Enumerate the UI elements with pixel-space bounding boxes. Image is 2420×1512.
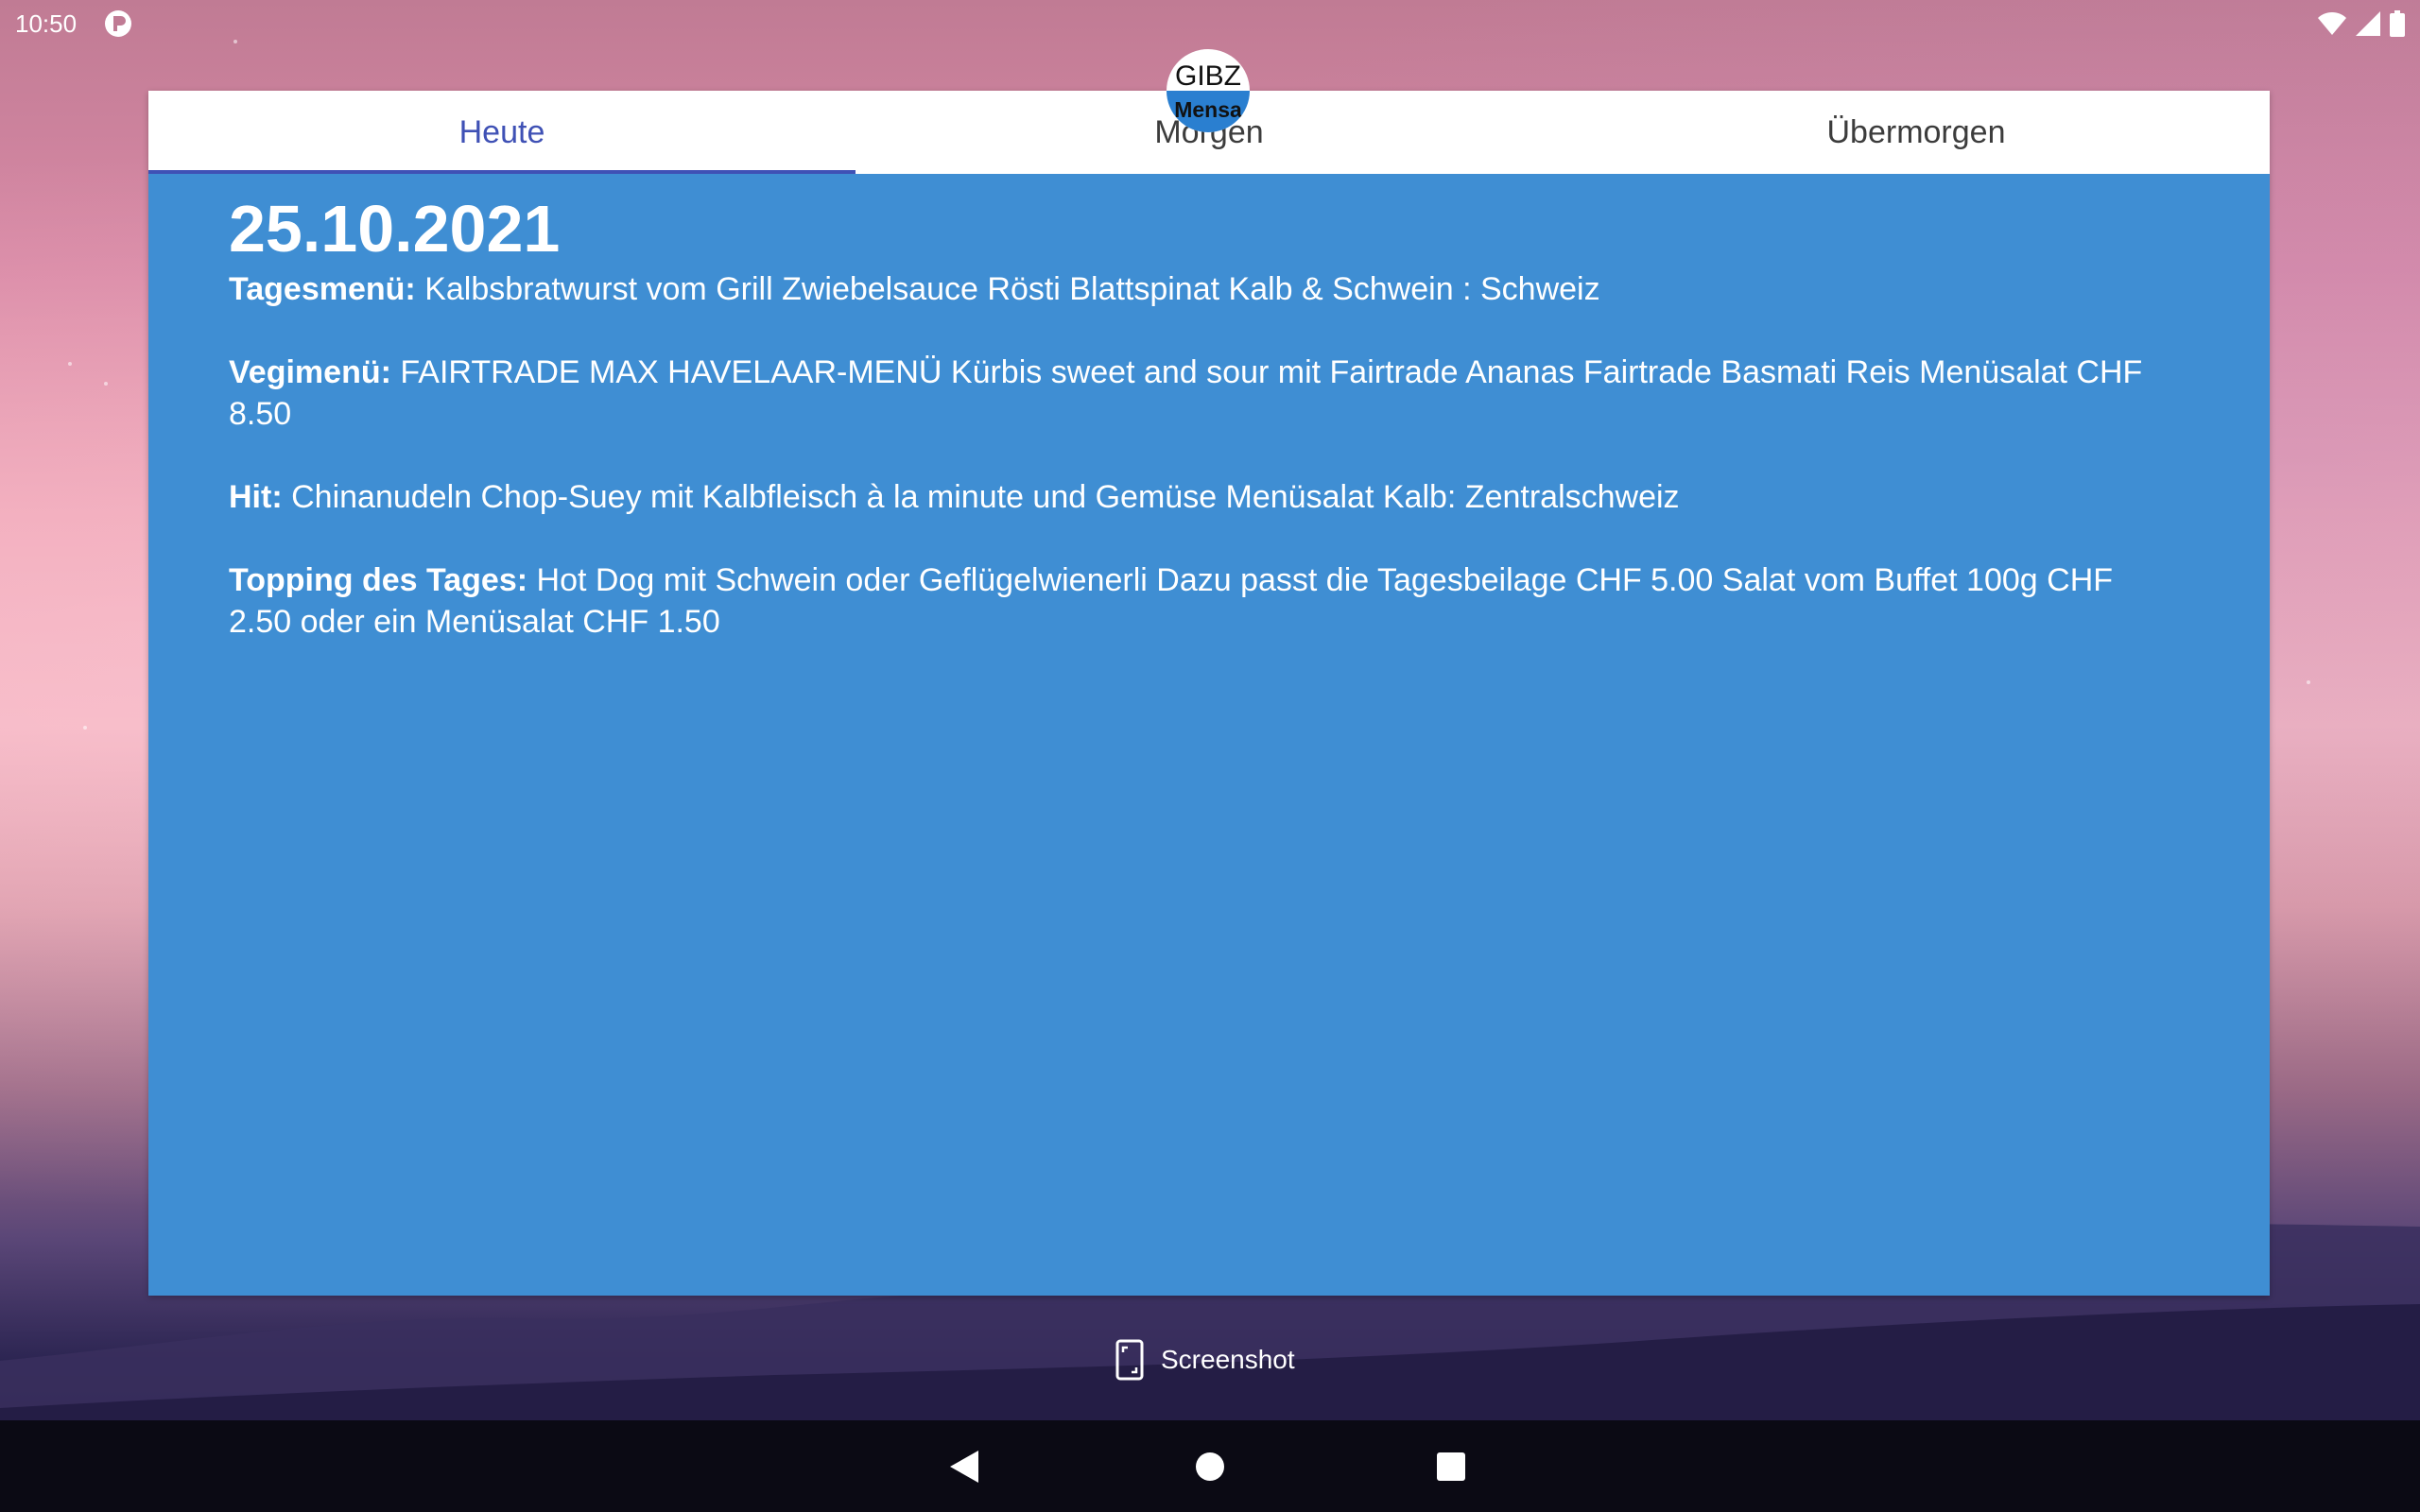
active-tab-indicator [148, 170, 856, 174]
android-screen: 10:50 Heute Morgen [0, 0, 2420, 1512]
back-icon [950, 1451, 978, 1483]
back-button[interactable] [942, 1443, 989, 1490]
menu-entry-label: Topping des Tages: [229, 562, 528, 598]
status-icons [2318, 9, 2405, 38]
status-time: 10:50 [15, 9, 78, 38]
menu-content: 25.10.2021 Tagesmenü: Kalbsbratwurst vom… [229, 189, 2176, 684]
battery-icon [2390, 10, 2405, 37]
menu-entry-label: Hit: [229, 479, 283, 515]
screenshot-label: Screenshot [1161, 1345, 1295, 1374]
tab-heute[interactable]: Heute [148, 91, 856, 174]
menu-entry-tagesmenue: Tagesmenü: Kalbsbratwurst vom Grill Zwie… [229, 268, 2176, 310]
wifi-icon [2318, 12, 2346, 35]
menu-entry-topping: Topping des Tages: Hot Dog mit Schwein o… [229, 559, 2176, 643]
home-button[interactable] [1186, 1443, 1234, 1490]
status-bar: 10:50 [0, 0, 2420, 47]
home-icon [1196, 1452, 1224, 1481]
wallpaper-star [83, 726, 87, 730]
tab-label: Heute [458, 113, 545, 150]
screenshot-icon [1115, 1339, 1144, 1381]
tab-uebermorgen[interactable]: Übermorgen [1563, 91, 2270, 174]
recents-button[interactable] [1427, 1443, 1475, 1490]
wallpaper-star [2307, 680, 2310, 684]
logo-line1: GIBZ [1175, 60, 1241, 92]
menu-entry-vegimenue: Vegimenü: FAIRTRADE MAX HAVELAAR-MENÜ Kü… [229, 352, 2176, 435]
menu-entry-hit: Hit: Chinanudeln Chop-Suey mit Kalbfleis… [229, 476, 2176, 518]
wallpaper-star [104, 382, 108, 386]
menu-entry-text: FAIRTRADE MAX HAVELAAR-MENÜ Kürbis sweet… [229, 354, 2143, 432]
app-notification-icon [105, 10, 131, 37]
recents-icon [1437, 1452, 1465, 1481]
menu-entry-label: Tagesmenü: [229, 271, 416, 307]
wallpaper-star [68, 362, 72, 366]
logo-line2: Mensa [1174, 97, 1242, 122]
menu-card: Heute Morgen Übermorgen 25.10.2021 Tages… [148, 91, 2270, 1296]
screenshot-chip[interactable]: Screenshot [1115, 1336, 1295, 1383]
navigation-bar [0, 1420, 2420, 1512]
signal-icon [2356, 11, 2380, 36]
menu-entry-text: Chinanudeln Chop-Suey mit Kalbfleisch à … [282, 479, 1680, 515]
gibz-mensa-logo: GIBZ Mensa [1167, 49, 1250, 132]
tab-label: Übermorgen [1826, 113, 2006, 150]
menu-entry-label: Vegimenü: [229, 354, 391, 390]
menu-entry-text: Kalbsbratwurst vom Grill Zwiebelsauce Rö… [415, 271, 1600, 307]
menu-date: 25.10.2021 [229, 192, 561, 266]
